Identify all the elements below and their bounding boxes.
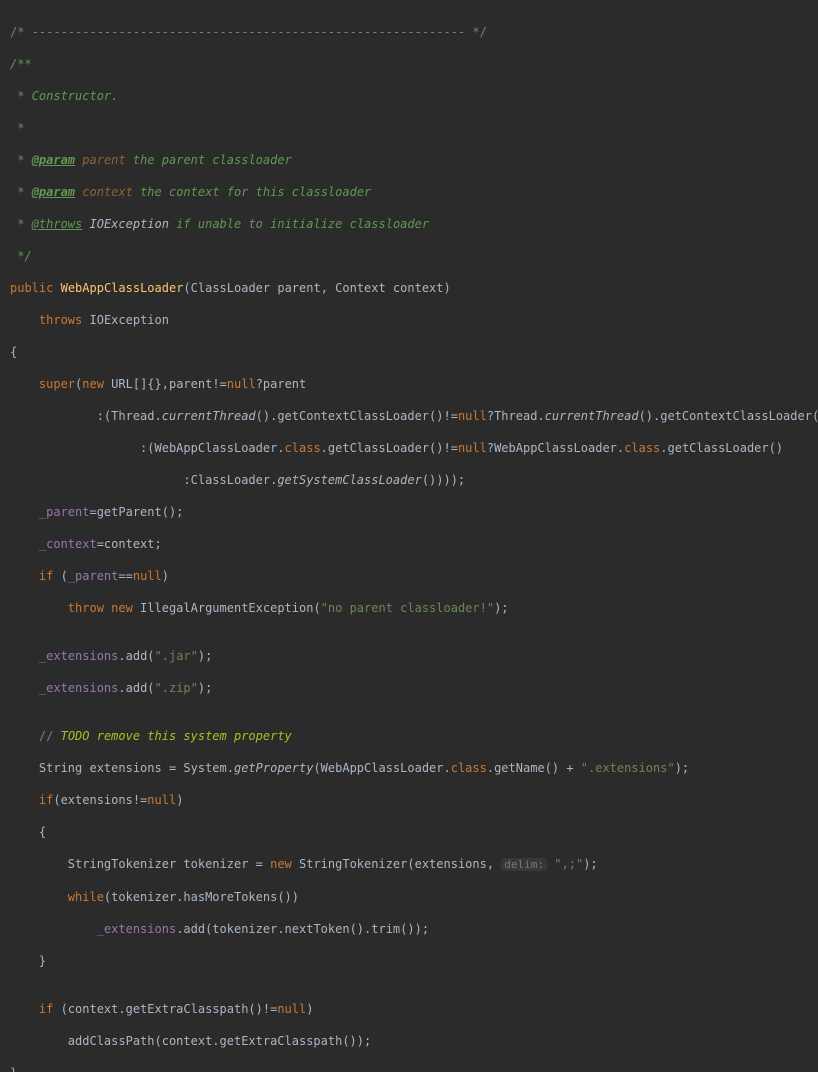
code-line: :(Thread.currentThread().getContextClass… — [10, 408, 808, 424]
code-line: */ — [10, 248, 808, 264]
code-line: * @param context the context for this cl… — [10, 184, 808, 200]
code-line: addClassPath(context.getExtraClasspath()… — [10, 1033, 808, 1049]
code-line: * — [10, 120, 808, 136]
code-line: } — [10, 953, 808, 969]
code-line: super(new URL[]{},parent!=null?parent — [10, 376, 808, 392]
code-line: _extensions.add(tokenizer.nextToken().tr… — [10, 921, 808, 937]
code-line: if (context.getExtraClasspath()!=null) — [10, 1001, 808, 1017]
code-line: // TODO remove this system property — [10, 728, 808, 744]
code-line: * @param parent the parent classloader — [10, 152, 808, 168]
code-line: _context=context; — [10, 536, 808, 552]
code-line: * Constructor. — [10, 88, 808, 104]
code-line: if(extensions!=null) — [10, 792, 808, 808]
code-line: } — [10, 1065, 808, 1072]
code-line: _extensions.add(".zip"); — [10, 680, 808, 696]
code-editor-viewport[interactable]: /* -------------------------------------… — [10, 8, 808, 1072]
code-line: StringTokenizer tokenizer = new StringTo… — [10, 856, 808, 873]
code-line: * @throws IOException if unable to initi… — [10, 216, 808, 232]
code-line: /* -------------------------------------… — [10, 24, 808, 40]
code-line: if (_parent==null) — [10, 568, 808, 584]
code-line: { — [10, 824, 808, 840]
code-line: :(WebAppClassLoader.class.getClassLoader… — [10, 440, 808, 456]
code-line: /** — [10, 56, 808, 72]
code-line: throw new IllegalArgumentException("no p… — [10, 600, 808, 616]
code-line: _extensions.add(".jar"); — [10, 648, 808, 664]
code-line: :ClassLoader.getSystemClassLoader()))); — [10, 472, 808, 488]
code-line: throws IOException — [10, 312, 808, 328]
code-line: String extensions = System.getProperty(W… — [10, 760, 808, 776]
parameter-hint: delim: — [501, 858, 547, 871]
code-line: while(tokenizer.hasMoreTokens()) — [10, 889, 808, 905]
code-line: public WebAppClassLoader(ClassLoader par… — [10, 280, 808, 296]
code-line: _parent=getParent(); — [10, 504, 808, 520]
code-line: { — [10, 344, 808, 360]
